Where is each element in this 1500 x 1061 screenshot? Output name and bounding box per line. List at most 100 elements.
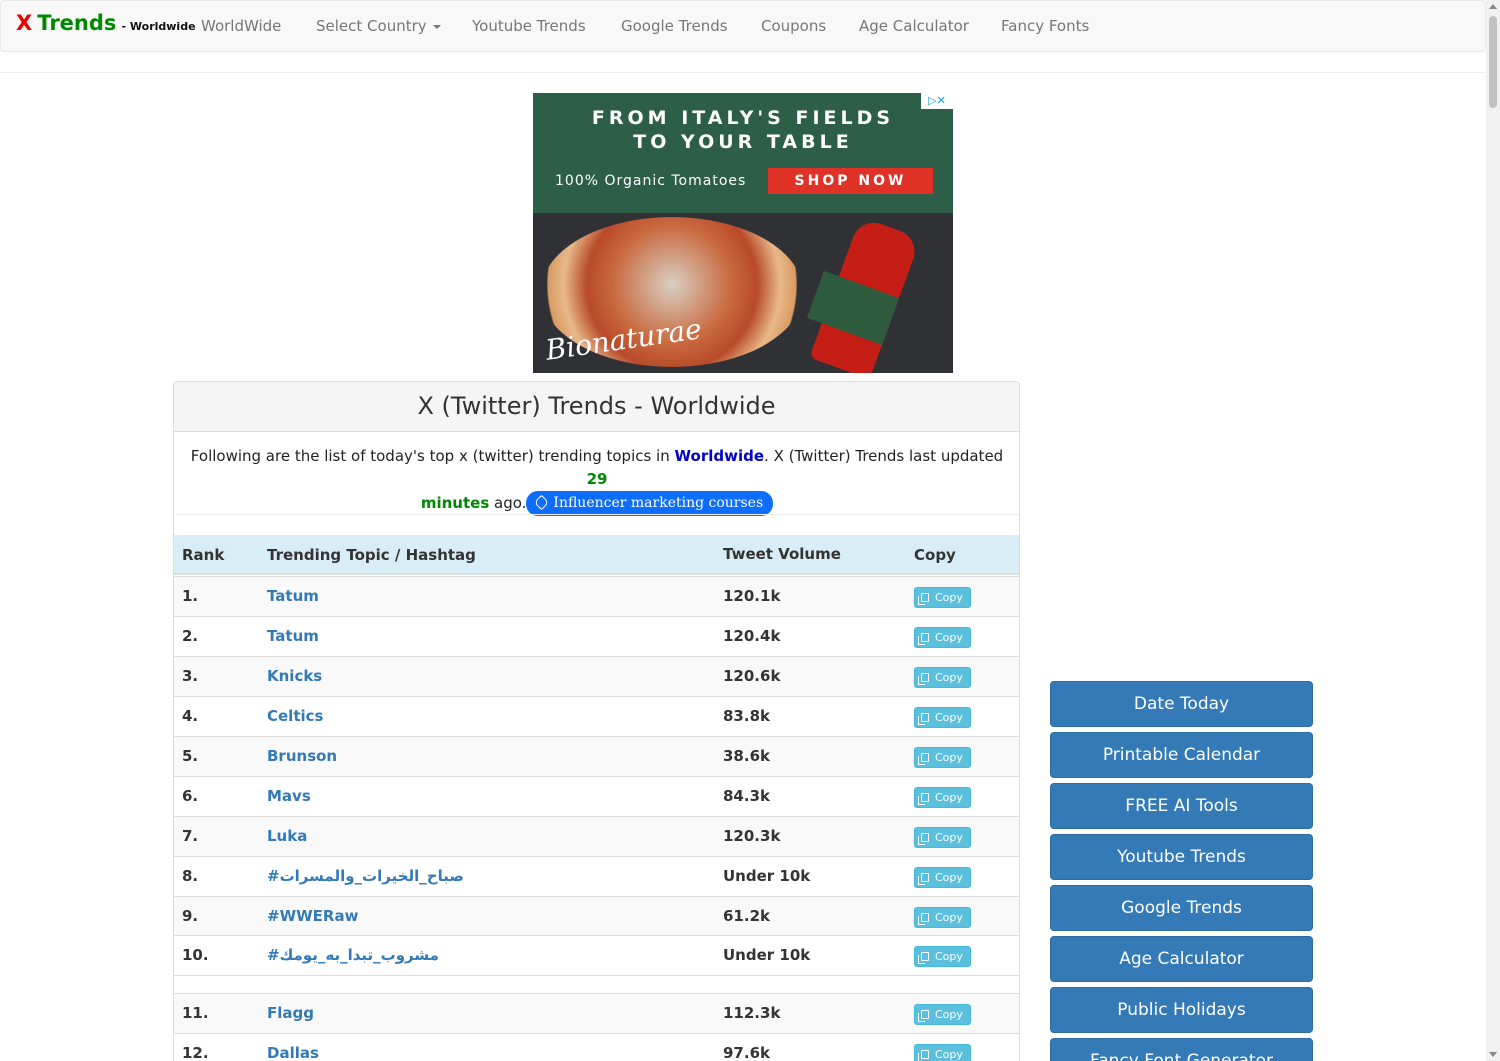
- copy-icon: [918, 1050, 929, 1061]
- sidebar-youtube-trends-button[interactable]: Youtube Trends: [1050, 834, 1313, 880]
- copy-button[interactable]: Copy: [914, 667, 971, 688]
- row-topic-link[interactable]: Tatum: [267, 627, 319, 645]
- scroll-up-arrow-icon[interactable]: [1489, 4, 1497, 9]
- brand-logo[interactable]: X Trends - Worldwide: [16, 11, 196, 35]
- sidebar-free-ai-tools-button[interactable]: FREE AI Tools: [1050, 783, 1313, 829]
- sidebar-age-calculator-button[interactable]: Age Calculator: [1050, 936, 1313, 982]
- influencer-courses-label: Influencer marketing courses: [553, 495, 764, 511]
- ad-image: Bionaturae: [533, 213, 953, 373]
- row-volume: Under 10k: [723, 867, 811, 885]
- trends-panel: X (Twitter) Trends - Worldwide Following…: [173, 381, 1020, 1061]
- row-rank: 3.: [182, 667, 199, 685]
- copy-button-label: Copy: [935, 711, 963, 724]
- sidebar-fancy-font-generator-button[interactable]: Fancy Font Generator: [1050, 1038, 1313, 1061]
- copy-button-label: Copy: [935, 871, 963, 884]
- row-topic-link[interactable]: Mavs: [267, 787, 311, 805]
- row-volume: 120.1k: [723, 587, 781, 605]
- nav-youtube-trends[interactable]: Youtube Trends: [472, 17, 586, 35]
- row-volume: 84.3k: [723, 787, 770, 805]
- copy-button-label: Copy: [935, 1048, 963, 1061]
- copy-icon: [918, 673, 929, 685]
- navbar: X Trends - Worldwide WorldWide Select Co…: [0, 0, 1486, 52]
- row-topic-link[interactable]: Tatum: [267, 587, 319, 605]
- copy-icon: [918, 913, 929, 925]
- row-topic-link[interactable]: Flagg: [267, 1004, 314, 1022]
- nav-coupons[interactable]: Coupons: [761, 17, 826, 35]
- copy-button[interactable]: Copy: [914, 587, 971, 608]
- copy-icon: [918, 633, 929, 645]
- sidebar-date-today-button[interactable]: Date Today: [1050, 681, 1313, 727]
- table-spacer-row: [174, 975, 1019, 993]
- row-topic-link[interactable]: #WWERaw: [267, 907, 358, 925]
- row-volume: 83.8k: [723, 707, 770, 725]
- row-rank: 11.: [182, 1004, 209, 1022]
- copy-button[interactable]: Copy: [914, 946, 971, 967]
- row-topic-link[interactable]: #مشروب_تبدا_به_يومك: [267, 946, 439, 964]
- row-volume: 38.6k: [723, 747, 770, 765]
- copy-button[interactable]: Copy: [914, 867, 971, 888]
- copy-button[interactable]: Copy: [914, 1004, 971, 1025]
- intro-text: Following are the list of today's top x …: [182, 445, 1012, 516]
- copy-button[interactable]: Copy: [914, 907, 971, 928]
- copy-icon: [918, 873, 929, 885]
- copy-button-label: Copy: [935, 831, 963, 844]
- header-volume: Tweet Volume: [723, 545, 841, 563]
- row-topic-link[interactable]: Brunson: [267, 747, 337, 765]
- copy-button[interactable]: Copy: [914, 707, 971, 728]
- brand-x: X: [16, 11, 33, 35]
- ad-headline-1: FROM ITALY'S FIELDS: [591, 107, 895, 129]
- copy-button[interactable]: Copy: [914, 787, 971, 808]
- row-volume: 61.2k: [723, 907, 770, 925]
- copy-icon: [918, 753, 929, 765]
- row-volume: 112.3k: [723, 1004, 781, 1022]
- panel-divider: [174, 514, 1019, 515]
- row-topic-link[interactable]: Celtics: [267, 707, 323, 725]
- nav-fancy-fonts[interactable]: Fancy Fonts: [1001, 17, 1089, 35]
- table-header: Rank Trending Topic / Hashtag Tweet Volu…: [174, 535, 1019, 575]
- table-row: 2. Tatum 120.4k Copy: [174, 616, 1019, 656]
- row-topic-link[interactable]: Luka: [267, 827, 307, 845]
- header-copy: Copy: [914, 546, 956, 564]
- row-topic-link[interactable]: #صباح_الخيرات_والمسرات: [267, 867, 464, 885]
- copy-button-label: Copy: [935, 791, 963, 804]
- table-row: 8. #صباح_الخيرات_والمسرات Under 10k Copy: [174, 856, 1019, 896]
- copy-button[interactable]: Copy: [914, 747, 971, 768]
- sidebar-printable-calendar-button[interactable]: Printable Calendar: [1050, 732, 1313, 778]
- tag-icon: [534, 494, 550, 511]
- intro-mid: . X (Twitter) Trends last updated: [764, 447, 1004, 465]
- nav-worldwide[interactable]: WorldWide: [201, 17, 281, 35]
- row-topic-link[interactable]: Dallas: [267, 1044, 319, 1061]
- row-volume: 97.6k: [723, 1044, 770, 1061]
- row-rank: 8.: [182, 867, 199, 885]
- sidebar-public-holidays-button[interactable]: Public Holidays: [1050, 987, 1313, 1033]
- row-rank: 5.: [182, 747, 199, 765]
- table-row: 7. Luka 120.3k Copy: [174, 816, 1019, 856]
- nav-age-calculator[interactable]: Age Calculator: [859, 17, 969, 35]
- row-topic-link[interactable]: Knicks: [267, 667, 322, 685]
- copy-icon: [918, 833, 929, 845]
- copy-button-label: Copy: [935, 1008, 963, 1021]
- ad-choices-close-icon[interactable]: ▷✕: [921, 93, 953, 109]
- scroll-thumb[interactable]: [1489, 16, 1497, 108]
- copy-button[interactable]: Copy: [914, 627, 971, 648]
- copy-button[interactable]: Copy: [914, 1044, 971, 1061]
- table-row: 11. Flagg 112.3k Copy: [174, 993, 1019, 1033]
- ad-banner[interactable]: FROM ITALY'S FIELDS TO YOUR TABLE 100% O…: [533, 93, 953, 373]
- table-row: 5. Brunson 38.6k Copy: [174, 736, 1019, 776]
- nav-google-trends[interactable]: Google Trends: [621, 17, 728, 35]
- location-link[interactable]: Worldwide: [675, 447, 765, 465]
- nav-select-country[interactable]: Select Country: [316, 17, 441, 35]
- page-scrollbar[interactable]: [1486, 0, 1500, 1061]
- sidebar-google-trends-button[interactable]: Google Trends: [1050, 885, 1313, 931]
- updated-minutes-number: 29: [586, 470, 608, 488]
- intro-pre: Following are the list of today's top x …: [190, 447, 675, 465]
- row-rank: 2.: [182, 627, 199, 645]
- header-divider: [0, 72, 1486, 73]
- copy-button[interactable]: Copy: [914, 827, 971, 848]
- copy-icon: [918, 793, 929, 805]
- copy-icon: [918, 593, 929, 605]
- row-rank: 4.: [182, 707, 199, 725]
- influencer-courses-link[interactable]: Influencer marketing courses: [526, 491, 774, 516]
- ad-shop-now-button[interactable]: SHOP NOW: [768, 168, 933, 194]
- scroll-down-arrow-icon[interactable]: [1489, 1052, 1497, 1057]
